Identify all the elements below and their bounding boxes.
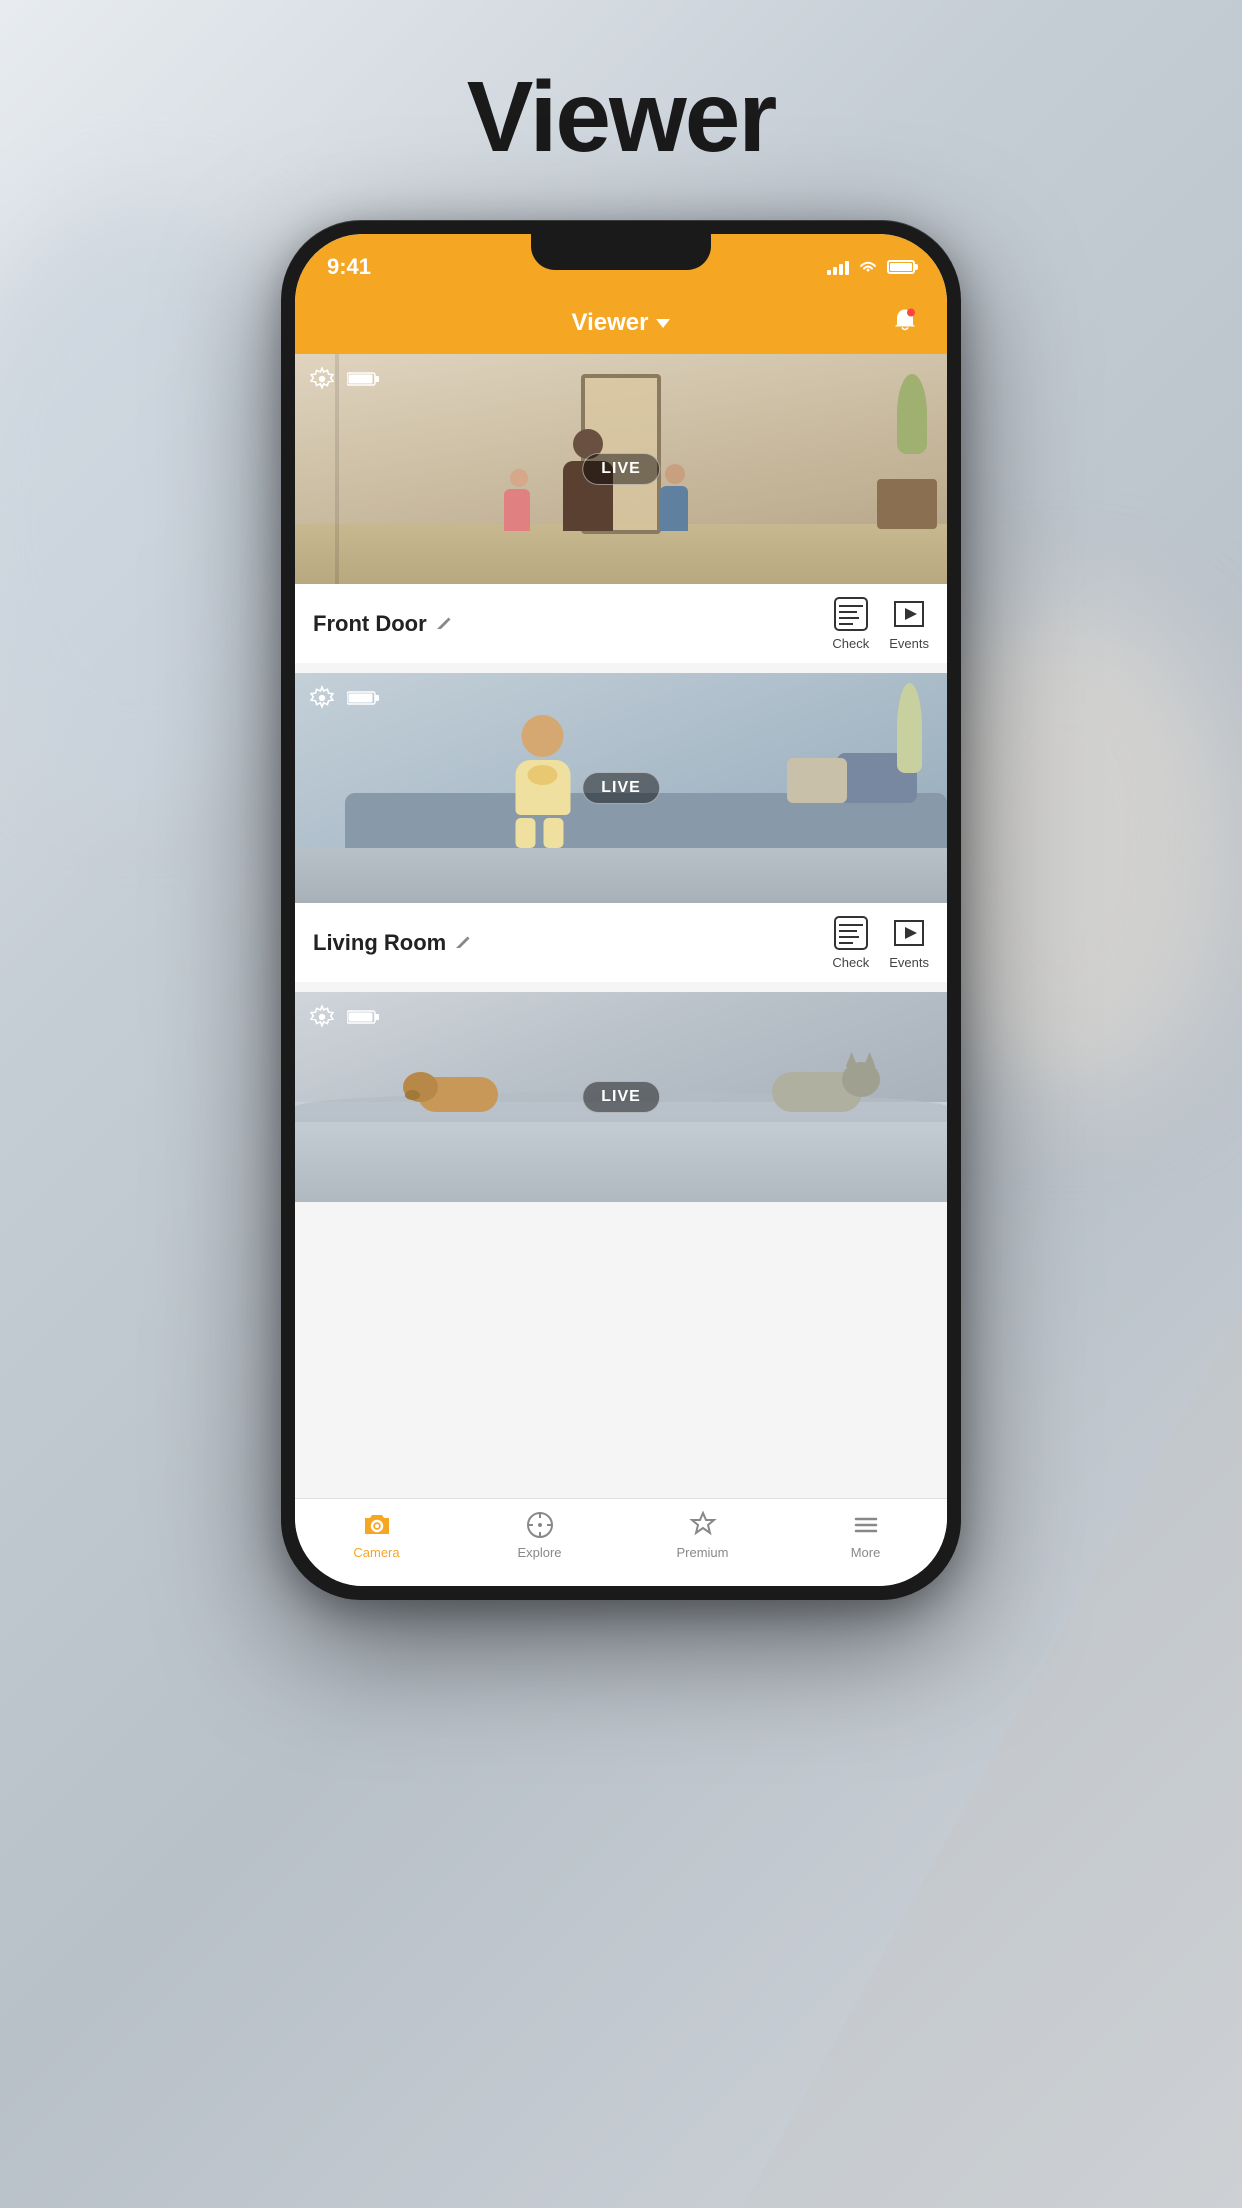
settings-icon-1[interactable]: [309, 366, 335, 392]
page-title-area: Viewer: [0, 60, 1242, 175]
camera-feed-living-room[interactable]: LIVE: [295, 673, 947, 903]
tab-more-label: More: [851, 1545, 881, 1560]
tab-camera-label: Camera: [353, 1545, 399, 1560]
status-icons: [827, 259, 915, 275]
live-badge-2: LIVE: [582, 772, 660, 804]
check-icon-2: [833, 915, 869, 951]
chevron-down-icon[interactable]: [656, 319, 670, 328]
camera-info-row-1: Front Door: [295, 584, 947, 663]
events-label-1: Events: [889, 636, 929, 651]
bell-button[interactable]: [891, 307, 919, 340]
camera-card-bedroom: LIVE: [295, 992, 947, 1202]
camera-feed-bedroom[interactable]: LIVE: [295, 992, 947, 1202]
battery-icon-3: [347, 1009, 379, 1025]
battery-icon-1: [347, 371, 379, 387]
phone-screen: 9:41: [295, 234, 947, 1586]
header-title: Viewer: [572, 309, 671, 337]
camera-actions-2: Check Events: [832, 915, 929, 970]
explore-tab-icon: [524, 1509, 556, 1541]
camera-name-1: Front Door: [313, 611, 453, 637]
check-label-1: Check: [832, 636, 869, 651]
camera-overlay-icons-1: [309, 366, 379, 392]
notch: [531, 234, 711, 270]
events-button-1[interactable]: Events: [889, 596, 929, 651]
edit-icon-1[interactable]: [435, 615, 453, 633]
more-tab-icon: [850, 1509, 882, 1541]
header-title-text: Viewer: [572, 309, 649, 337]
events-button-2[interactable]: Events: [889, 915, 929, 970]
tab-premium-label: Premium: [676, 1545, 728, 1560]
battery-icon: [887, 260, 915, 274]
phone-wrapper: 9:41: [281, 220, 961, 1600]
camera-card-living-room: LIVE Living Room: [295, 673, 947, 982]
status-time: 9:41: [327, 254, 371, 280]
camera-feed-front-door[interactable]: LIVE: [295, 354, 947, 584]
bell-icon: [891, 307, 919, 335]
premium-tab-icon: [687, 1509, 719, 1541]
screen-inner: 9:41: [295, 234, 947, 1586]
settings-icon-3[interactable]: [309, 1004, 335, 1030]
events-label-2: Events: [889, 955, 929, 970]
live-badge-1: LIVE: [582, 453, 660, 485]
signal-bars-icon: [827, 259, 849, 275]
tab-explore[interactable]: Explore: [458, 1509, 621, 1560]
edit-icon-2[interactable]: [454, 934, 472, 952]
camera-tab-icon: [361, 1509, 393, 1541]
live-badge-3: LIVE: [582, 1081, 660, 1113]
page-title: Viewer: [0, 60, 1242, 175]
camera-actions-1: Check Events: [832, 596, 929, 651]
camera-overlay-icons-3: [309, 1004, 379, 1030]
check-label-2: Check: [832, 955, 869, 970]
settings-icon-2[interactable]: [309, 685, 335, 711]
wifi-icon: [857, 259, 879, 275]
tab-explore-label: Explore: [517, 1545, 561, 1560]
camera-name-2: Living Room: [313, 930, 472, 956]
tab-premium[interactable]: Premium: [621, 1509, 784, 1560]
battery-icon-2: [347, 690, 379, 706]
check-icon-1: [833, 596, 869, 632]
events-icon-2: [891, 915, 927, 951]
app-header: Viewer: [295, 292, 947, 354]
scrollable-area: LIVE Front Door: [295, 354, 947, 1498]
check-button-2[interactable]: Check: [832, 915, 869, 970]
camera-card-front-door: LIVE Front Door: [295, 354, 947, 663]
tab-bar: Camera Explore: [295, 1498, 947, 1586]
camera-overlay-icons-2: [309, 685, 379, 711]
tab-camera[interactable]: Camera: [295, 1509, 458, 1560]
tab-more[interactable]: More: [784, 1509, 947, 1560]
check-button-1[interactable]: Check: [832, 596, 869, 651]
events-icon-1: [891, 596, 927, 632]
camera-info-row-2: Living Room: [295, 903, 947, 982]
